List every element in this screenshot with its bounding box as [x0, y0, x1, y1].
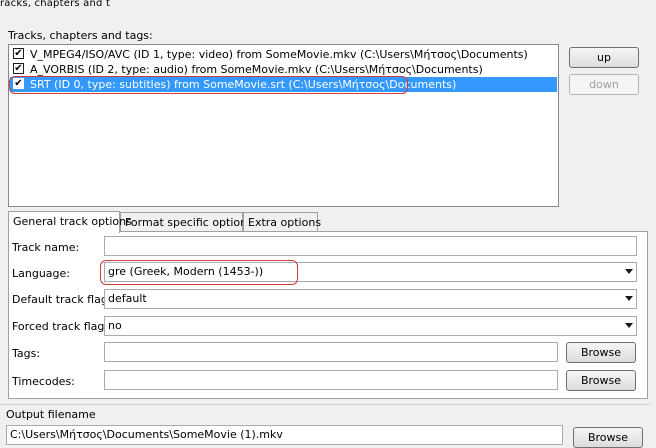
forced-flag-label: Forced track flag: — [12, 320, 109, 333]
timecodes-label: Timecodes: — [12, 375, 75, 388]
timecodes-input[interactable] — [104, 370, 558, 390]
tags-label: Tags: — [12, 347, 41, 360]
default-flag-value: default — [108, 292, 147, 305]
default-flag-select[interactable]: default — [104, 289, 637, 309]
track-label: V_MPEG4/ISO/AVC (ID 1, type: video) from… — [30, 48, 528, 61]
tags-input[interactable] — [104, 342, 558, 362]
track-label: A_VORBIS (ID 2, type: audio) from SomeMo… — [30, 63, 483, 76]
output-filename-input[interactable]: C:\Users\Μήτσος\Documents\SomeMovie (1).… — [6, 425, 563, 445]
track-row-video[interactable]: ✔ V_MPEG4/ISO/AVC (ID 1, type: video) fr… — [10, 47, 557, 62]
track-name-label: Track name: — [12, 241, 80, 254]
chevron-down-icon — [625, 296, 633, 301]
track-row-audio[interactable]: ✔ A_VORBIS (ID 2, type: audio) from Some… — [10, 62, 557, 77]
chevron-down-icon — [625, 269, 633, 274]
output-filename-label: Output filename — [6, 408, 96, 421]
default-flag-label: Default track flag: — [12, 293, 112, 306]
tab-extra-options[interactable]: Extra options — [243, 212, 321, 232]
tab-general-track-options[interactable]: General track options — [8, 211, 132, 233]
forced-flag-value: no — [108, 319, 122, 332]
track-checkbox[interactable]: ✔ — [13, 48, 24, 59]
subtitle-track-highlight — [9, 76, 408, 94]
forced-flag-select[interactable]: no — [104, 316, 637, 336]
language-label: Language: — [12, 267, 70, 280]
tracks-section-label: Tracks, chapters and tags: — [8, 29, 153, 42]
window-title: racks, chapters and t — [0, 0, 111, 9]
track-checkbox[interactable]: ✔ — [13, 63, 24, 74]
output-browse-button[interactable]: Browse — [573, 427, 643, 448]
tags-browse-button[interactable]: Browse — [566, 342, 636, 363]
track-list[interactable]: ✔ V_MPEG4/ISO/AVC (ID 1, type: video) fr… — [8, 44, 559, 207]
track-name-input[interactable] — [104, 236, 637, 256]
tab-format-specific-options[interactable]: Format specific options — [120, 212, 253, 232]
check-icon: ✔ — [14, 63, 23, 74]
chevron-down-icon — [625, 323, 633, 328]
down-button[interactable]: down — [569, 74, 639, 95]
check-icon: ✔ — [14, 48, 23, 59]
up-button[interactable]: up — [569, 47, 639, 68]
timecodes-browse-button[interactable]: Browse — [566, 370, 636, 391]
language-highlight — [100, 260, 298, 285]
